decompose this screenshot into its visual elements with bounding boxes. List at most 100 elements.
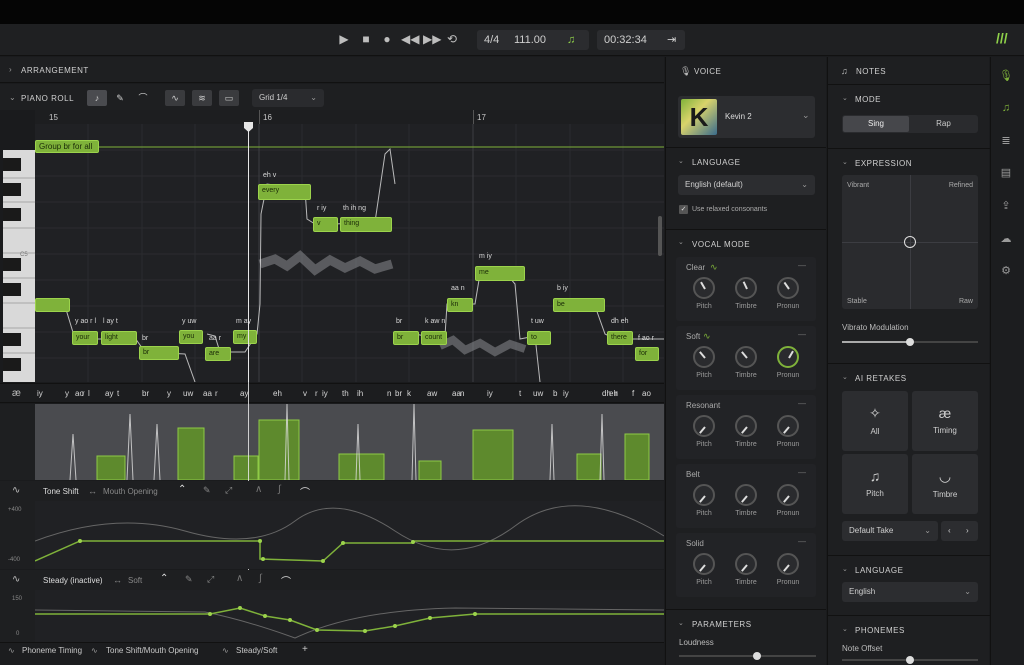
knob-pronun[interactable] <box>777 484 799 506</box>
steady-lane[interactable] <box>35 590 664 642</box>
arrangement-header[interactable]: › ARRANGEMENT <box>0 57 664 83</box>
note-offset-slider[interactable] <box>842 656 978 664</box>
chevron-down-icon[interactable]: ⌄ <box>678 157 684 165</box>
chevron-down-icon[interactable]: ⌄ <box>678 238 684 246</box>
layers-icon[interactable]: ≣ <box>998 133 1014 149</box>
knob-pronun[interactable] <box>777 277 799 299</box>
knob-timbre[interactable] <box>735 484 757 506</box>
note[interactable]: kn <box>447 298 473 312</box>
pitch-curve-icon[interactable]: ∿ <box>165 90 185 106</box>
note[interactable]: light <box>101 331 137 345</box>
vocal-mode-solid[interactable]: Solid — Pitch Timbre Pronun <box>676 533 816 597</box>
note[interactable]: for <box>635 347 659 361</box>
note[interactable]: v <box>313 217 338 232</box>
chevron-down-icon[interactable]: ⌄ <box>842 158 848 166</box>
chevron-down-icon[interactable]: ⌄ <box>842 94 848 102</box>
rap-button[interactable]: Rap <box>910 116 977 132</box>
note[interactable] <box>35 298 70 312</box>
chevron-down-icon[interactable]: ⌄ <box>842 373 848 381</box>
loop-icon[interactable]: ⟲ <box>445 32 459 46</box>
knob-pronun[interactable] <box>777 415 799 437</box>
note[interactable]: br <box>139 346 179 360</box>
waveform-icon[interactable]: ≋ <box>192 90 212 106</box>
note-grid[interactable]: Group br for all y ao r l your l ay t li… <box>35 124 664 382</box>
pencil-icon[interactable]: ✎ <box>185 574 193 585</box>
add-tab-button[interactable]: + <box>302 644 308 655</box>
pencil-icon[interactable]: ✎ <box>203 485 211 496</box>
note[interactable]: are <box>205 347 231 361</box>
s-curve-icon[interactable]: ∫ <box>259 573 262 584</box>
knob-pitch[interactable] <box>693 415 715 437</box>
relaxed-checkbox[interactable]: ✓ <box>679 205 688 214</box>
vocal-mode-belt[interactable]: Belt — Pitch Timbre Pronun <box>676 464 816 528</box>
steady-label[interactable]: Steady (inactive) <box>43 576 103 585</box>
more-icon[interactable]: — <box>798 330 806 339</box>
vibrato-thumb[interactable] <box>906 338 914 346</box>
chevron-down-icon[interactable]: ⌄ <box>678 619 684 627</box>
note-offset-thumb[interactable] <box>906 656 914 664</box>
retake-timbre-button[interactable]: ◡ Timbre <box>912 454 978 514</box>
default-take-select[interactable]: Default Take ⌄ <box>842 521 938 541</box>
knob-pitch[interactable] <box>693 346 715 368</box>
retake-all-button[interactable]: ✧ All <box>842 391 908 451</box>
vocal-mode-soft[interactable]: Soft ∿ — Pitch Timbre Pronun <box>676 326 816 390</box>
knob-pronun[interactable] <box>777 346 799 368</box>
group-label[interactable]: Group br for all <box>35 140 99 153</box>
chevron-down-icon[interactable]: ⌄ <box>842 565 848 573</box>
mouth-opening-label[interactable]: Mouth Opening <box>103 487 158 496</box>
note[interactable]: there <box>607 331 633 345</box>
note[interactable]: be <box>553 298 605 312</box>
tempo-value[interactable]: 111.00 <box>514 30 546 50</box>
chevron-down-icon[interactable]: ⌄ <box>842 625 848 633</box>
vertical-scrollbar[interactable] <box>658 216 662 256</box>
vibrato-slider[interactable] <box>842 338 978 346</box>
music-note-icon[interactable]: ♫ <box>998 100 1014 116</box>
tab-tone-shift[interactable]: Tone Shift/Mouth Opening <box>106 646 199 655</box>
metronome-icon[interactable]: ♫ <box>567 30 575 50</box>
knob-timbre[interactable] <box>735 415 757 437</box>
phoneme-timing-lane[interactable] <box>35 404 664 480</box>
resize-icon[interactable]: ⤢ <box>225 485 232 496</box>
note[interactable]: me <box>475 266 525 281</box>
arc-shape-icon[interactable]: ⌒ <box>300 484 310 499</box>
more-icon[interactable]: — <box>798 468 806 477</box>
resize-icon[interactable]: ⤢ <box>207 574 214 585</box>
note[interactable]: you <box>179 330 203 344</box>
line-shape-icon[interactable]: ∧ <box>236 573 243 584</box>
note[interactable]: br <box>393 331 419 345</box>
swap-icon[interactable]: ↔ <box>88 486 97 496</box>
note[interactable]: count <box>421 331 447 345</box>
tab-phoneme-timing[interactable]: Phoneme Timing <box>22 646 82 655</box>
loudness-slider[interactable] <box>679 652 816 660</box>
knob-pitch[interactable] <box>693 277 715 299</box>
knob-pitch[interactable] <box>693 484 715 506</box>
note[interactable]: to <box>527 331 551 345</box>
note[interactable]: thing <box>340 217 392 232</box>
expression-pad[interactable]: Vibrant Refined Stable Raw <box>842 175 978 309</box>
more-icon[interactable]: — <box>798 261 806 270</box>
time-signature[interactable]: 4/4 <box>484 30 499 50</box>
voice-language-select[interactable]: English (default) ⌄ <box>678 175 815 195</box>
rewind-icon[interactable]: ◀◀ <box>401 32 419 46</box>
previous-take-icon[interactable]: ‹ <box>948 521 951 541</box>
select-tool-icon[interactable]: ♪ <box>87 90 107 106</box>
knob-timbre[interactable] <box>735 346 757 368</box>
swap-icon[interactable]: ↔ <box>113 575 122 585</box>
more-icon[interactable]: — <box>798 399 806 408</box>
chevron-down-icon[interactable]: ⌄ <box>9 93 16 102</box>
line-shape-icon[interactable]: ∧ <box>255 484 262 495</box>
window-icon[interactable]: ▭ <box>219 90 239 106</box>
retake-timing-button[interactable]: æ Timing <box>912 391 978 451</box>
note[interactable]: my <box>233 330 257 344</box>
knob-pitch[interactable] <box>693 553 715 575</box>
piano-keyboard[interactable]: C5 <box>3 150 35 382</box>
sing-button[interactable]: Sing <box>843 116 909 132</box>
knob-timbre[interactable] <box>735 553 757 575</box>
note[interactable]: every <box>258 184 311 200</box>
play-icon[interactable]: ▶ <box>337 32 351 46</box>
book-icon[interactable]: ▤ <box>998 165 1014 181</box>
tone-shift-label[interactable]: Tone Shift <box>43 487 79 496</box>
next-take-icon[interactable]: › <box>966 521 969 541</box>
grid-select[interactable]: Grid 1/4 ⌄ <box>252 89 324 107</box>
export-icon[interactable]: ⇪ <box>998 198 1014 214</box>
